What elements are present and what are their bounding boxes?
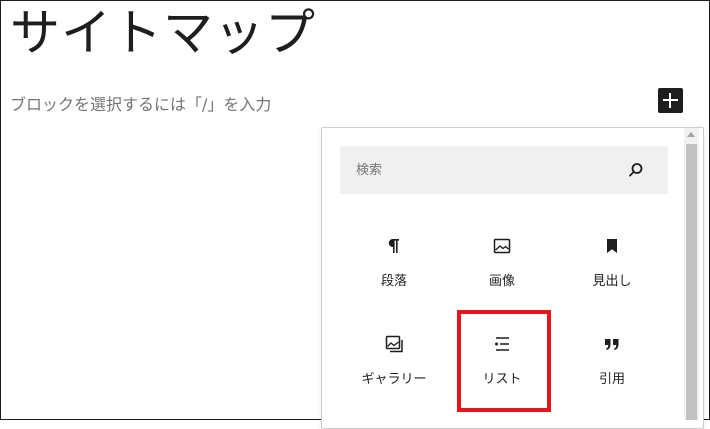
gallery-icon — [385, 335, 403, 353]
block-item-gallery[interactable]: ギャラリー — [344, 322, 444, 402]
image-icon — [493, 238, 511, 254]
quote-icon — [605, 339, 619, 350]
block-item-quote[interactable]: 引用 — [562, 322, 662, 402]
search-icon[interactable] — [628, 162, 644, 178]
page-title[interactable]: サイトマップ — [10, 0, 316, 66]
scrollbar-thumb[interactable] — [686, 144, 697, 420]
block-label: リスト — [482, 372, 522, 387]
block-placeholder[interactable]: ブロックを選択するには「/」を入力 — [10, 91, 271, 115]
list-icon — [495, 337, 509, 351]
block-label: 見出し — [592, 274, 632, 289]
scrollbar-up-arrow[interactable] — [684, 128, 699, 142]
block-item-image[interactable]: 画像 — [452, 224, 552, 304]
block-item-heading[interactable]: 見出し — [562, 224, 662, 304]
block-label: 画像 — [488, 274, 515, 289]
block-label: ギャラリー — [361, 372, 427, 387]
add-block-button[interactable] — [658, 88, 683, 113]
block-inserter-panel: 段落 画像 見出し ギャラリー リスト — [321, 127, 704, 429]
block-label: 引用 — [598, 372, 625, 387]
block-item-paragraph[interactable]: 段落 — [344, 224, 444, 304]
block-item-list[interactable]: リスト — [452, 322, 552, 402]
search-box — [340, 146, 668, 194]
block-label: 段落 — [380, 274, 407, 289]
paragraph-icon — [388, 239, 399, 253]
heading-bookmark-icon — [607, 239, 617, 253]
search-input[interactable] — [340, 146, 620, 194]
